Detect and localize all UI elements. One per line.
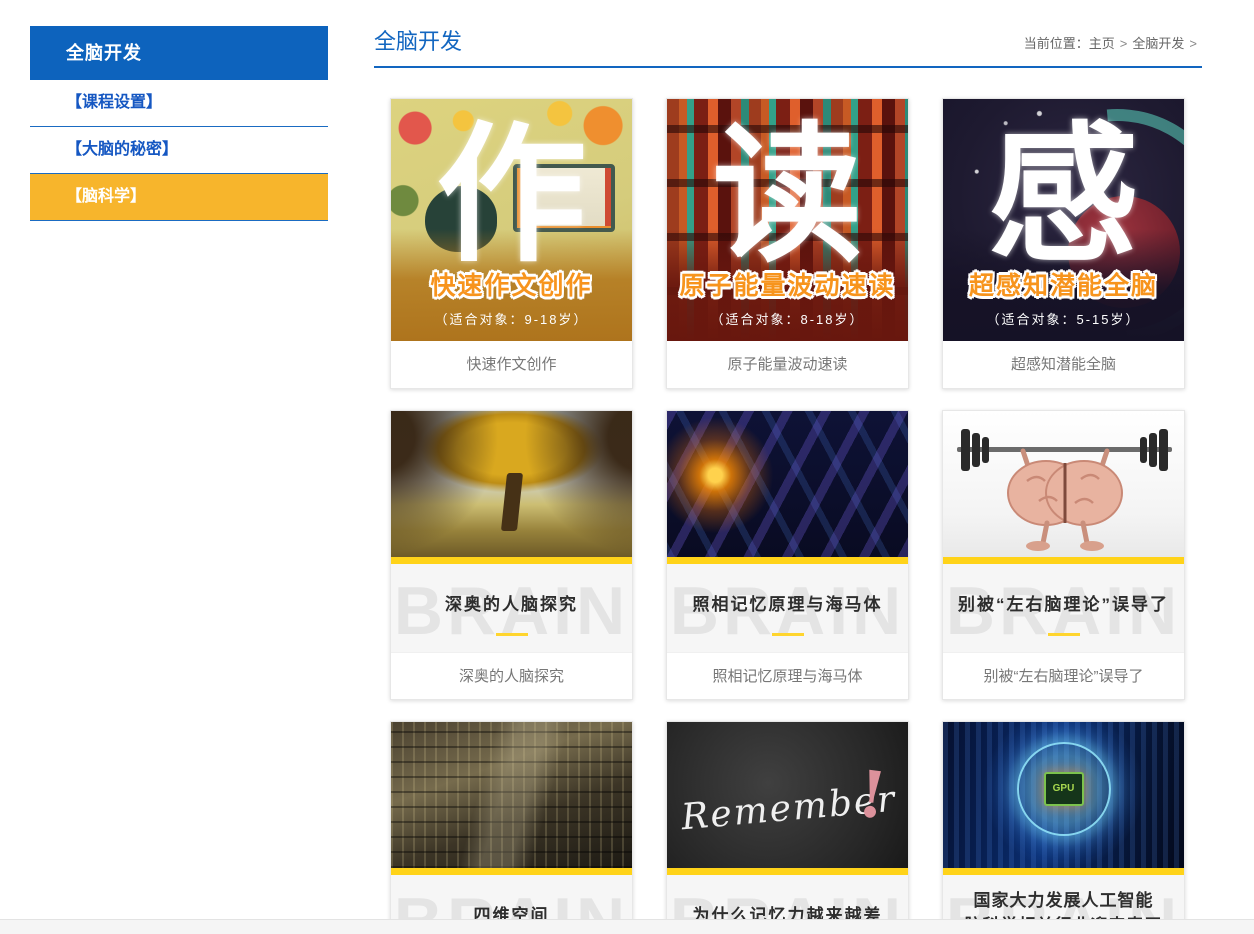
card-caption: 超感知潜能全脑 — [943, 341, 1184, 388]
breadcrumb-current-link[interactable]: 全脑开发 — [1132, 36, 1184, 51]
course-poster-image: 感 超感知潜能全脑 （适合对象：5-15岁） — [943, 99, 1184, 341]
article-thumbnail-chalkboard: Remember ! — [667, 722, 908, 868]
card-caption: 照相记忆原理与海马体 — [667, 652, 908, 699]
page-title: 全脑开发 — [374, 24, 462, 56]
sidebar: 全脑开发 【课程设置】 【大脑的秘密】 【脑科学】 — [30, 26, 328, 221]
poster-big-character: 作 — [391, 113, 632, 278]
yellow-divider — [1048, 633, 1080, 636]
poster-age-range: （适合对象：9-18岁） — [391, 309, 632, 328]
chalk-exclamation: ! — [853, 757, 890, 835]
yellow-divider — [496, 633, 528, 636]
poster-course-name: 快速作文创作 — [391, 266, 632, 302]
article-title-area: BRAIN 照相记忆原理与海马体 — [667, 564, 908, 652]
poster-age-range: （适合对象：8-18岁） — [667, 309, 908, 328]
yellow-stripe — [667, 557, 908, 564]
article-title: 深奥的人脑探究 — [391, 564, 632, 615]
breadcrumb-home-link[interactable]: 主页 — [1089, 36, 1115, 51]
article-title-area: BRAIN 别被“左右脑理论”误导了 — [943, 564, 1184, 652]
yellow-stripe — [943, 557, 1184, 564]
article-title-area: BRAIN 深奥的人脑探究 — [391, 564, 632, 652]
main-content: 全脑开发 当前位置：主页 > 全脑开发 > 作 快速作文创作 （适合对象：9-18岁）… — [374, 24, 1202, 934]
article-title: 别被“左右脑理论”误导了 — [943, 564, 1184, 615]
article-card-memory-decline[interactable]: Remember ! BRAIN 为什么记忆力越来越差 — [666, 721, 909, 934]
course-card-writing[interactable]: 作 快速作文创作 （适合对象：9-18岁） 快速作文创作 — [390, 98, 633, 389]
breadcrumb-separator: > — [1120, 36, 1128, 51]
article-thumbnail-brain-tree — [391, 411, 632, 557]
gpu-chip-icon: GPU — [1044, 772, 1084, 806]
poster-big-character: 读 — [667, 113, 908, 278]
sidebar-item-course-setup[interactable]: 【课程设置】 — [30, 80, 328, 127]
sidebar-item-brain-science[interactable]: 【脑科学】 — [30, 174, 328, 221]
card-caption: 深奥的人脑探究 — [391, 652, 632, 699]
article-card-ai-industry[interactable]: GPU BRAIN 国家大力发展人工智能 脑科学相关行业迎来春天 — [942, 721, 1185, 934]
yellow-stripe — [391, 557, 632, 564]
article-title: 照相记忆原理与海马体 — [667, 564, 908, 615]
footer-strip — [0, 919, 1254, 934]
sidebar-title: 全脑开发 — [30, 26, 328, 80]
yellow-stripe — [667, 868, 908, 875]
breadcrumb-label: 当前位置： — [1024, 36, 1089, 51]
article-thumbnail-ai-brain: GPU — [943, 722, 1184, 868]
article-card-brain-exploration[interactable]: BRAIN 深奥的人脑探究 深奥的人脑探究 — [390, 410, 633, 700]
sidebar-item-brain-secrets[interactable]: 【大脑的秘密】 — [30, 127, 328, 174]
course-card-supersense[interactable]: 感 超感知潜能全脑 （适合对象：5-15岁） 超感知潜能全脑 — [942, 98, 1185, 389]
yellow-divider — [772, 633, 804, 636]
breadcrumb: 当前位置：主页 > 全脑开发 > — [1024, 33, 1202, 56]
course-grid: 作 快速作文创作 （适合对象：9-18岁） 快速作文创作 读 原子能量波动速读 … — [390, 98, 1186, 934]
poster-age-range: （适合对象：5-15岁） — [943, 309, 1184, 328]
card-caption: 快速作文创作 — [391, 341, 632, 388]
article-title-line1: 国家大力发展人工智能 — [943, 888, 1184, 913]
course-poster-image: 读 原子能量波动速读 （适合对象：8-18岁） — [667, 99, 908, 341]
card-caption: 原子能量波动速读 — [667, 341, 908, 388]
article-thumbnail-neurons — [667, 411, 908, 557]
article-thumbnail-brain-barbell — [943, 411, 1184, 557]
course-poster-image: 作 快速作文创作 （适合对象：9-18岁） — [391, 99, 632, 341]
course-card-speed-reading[interactable]: 读 原子能量波动速读 （适合对象：8-18岁） 原子能量波动速读 — [666, 98, 909, 389]
main-header: 全脑开发 当前位置：主页 > 全脑开发 > — [374, 24, 1202, 68]
article-card-left-right-brain[interactable]: BRAIN 别被“左右脑理论”误导了 别被“左右脑理论”误导了 — [942, 410, 1185, 700]
yellow-stripe — [391, 868, 632, 875]
poster-course-name: 原子能量波动速读 — [667, 266, 908, 302]
article-card-photographic-memory[interactable]: BRAIN 照相记忆原理与海马体 照相记忆原理与海马体 — [666, 410, 909, 700]
poster-course-name: 超感知潜能全脑 — [943, 266, 1184, 302]
breadcrumb-separator-end: > — [1189, 36, 1197, 51]
brain-barbell-illustration — [943, 411, 1184, 557]
card-caption: 别被“左右脑理论”误导了 — [943, 652, 1184, 699]
article-thumbnail-tesseract — [391, 722, 632, 868]
yellow-stripe — [943, 868, 1184, 875]
article-card-4d-space[interactable]: BRAIN 四维空间 — [390, 721, 633, 934]
poster-big-character: 感 — [943, 113, 1184, 278]
